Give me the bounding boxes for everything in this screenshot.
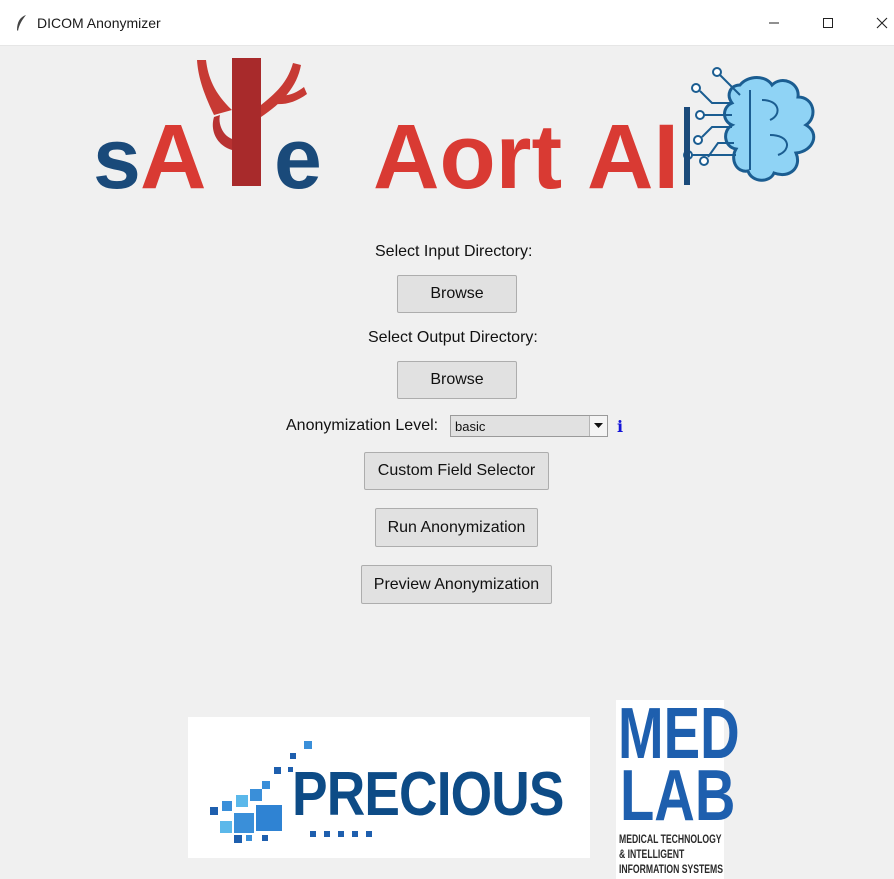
precious-text: PRECIOUS <box>292 760 564 829</box>
chevron-down-icon[interactable] <box>589 416 607 436</box>
close-icon <box>876 17 888 28</box>
close-button[interactable] <box>856 0 894 45</box>
browse-output-button[interactable]: Browse <box>397 361 517 399</box>
logo-ai: AI <box>587 106 679 208</box>
run-anonymization-button[interactable]: Run Anonymization <box>375 508 538 547</box>
browse-input-button[interactable]: Browse <box>397 275 517 313</box>
medlab-subtitle-3: INFORMATION SYSTEMS <box>619 862 724 876</box>
maximize-icon <box>823 17 833 28</box>
logo-letter-a: A <box>140 106 206 208</box>
medlab-subtitle-1: MEDICAL TECHNOLOGY <box>619 832 722 846</box>
input-directory-label: Select Input Directory: <box>375 243 533 260</box>
feather-icon <box>14 14 28 32</box>
save-aortai-logo: s A e Aort AI <box>93 58 816 208</box>
precious-dots-icon <box>310 831 372 837</box>
anonymization-level-label: Anonymization Level: <box>286 417 439 434</box>
brain-circuit-icon <box>683 67 816 185</box>
logo-aort: Aort <box>373 106 562 208</box>
medlab-logo: MED LAB MEDICAL TECHNOLOGY & INTELLIGENT… <box>616 698 740 879</box>
anonymization-level-select[interactable]: basic <box>450 415 608 437</box>
medlab-subtitle-2: & INTELLIGENT <box>619 847 685 861</box>
window-title: DICOM Anonymizer <box>37 15 161 31</box>
logo-letter-e: e <box>274 111 322 207</box>
minimize-icon <box>769 22 779 23</box>
maximize-button[interactable] <box>802 0 854 45</box>
output-directory-label: Select Output Directory: <box>368 329 538 346</box>
minimize-button[interactable] <box>748 0 800 45</box>
custom-field-selector-button[interactable]: Custom Field Selector <box>364 452 549 490</box>
anonymization-level-value: basic <box>455 419 486 434</box>
preview-anonymization-button[interactable]: Preview Anonymization <box>361 565 552 604</box>
medlab-line2: LAB <box>620 756 736 836</box>
info-icon[interactable]: i <box>617 417 623 436</box>
title-bar: DICOM Anonymizer <box>0 0 894 46</box>
logo-letter-s: s <box>93 111 141 207</box>
precious-logo: PRECIOUS <box>188 717 590 858</box>
